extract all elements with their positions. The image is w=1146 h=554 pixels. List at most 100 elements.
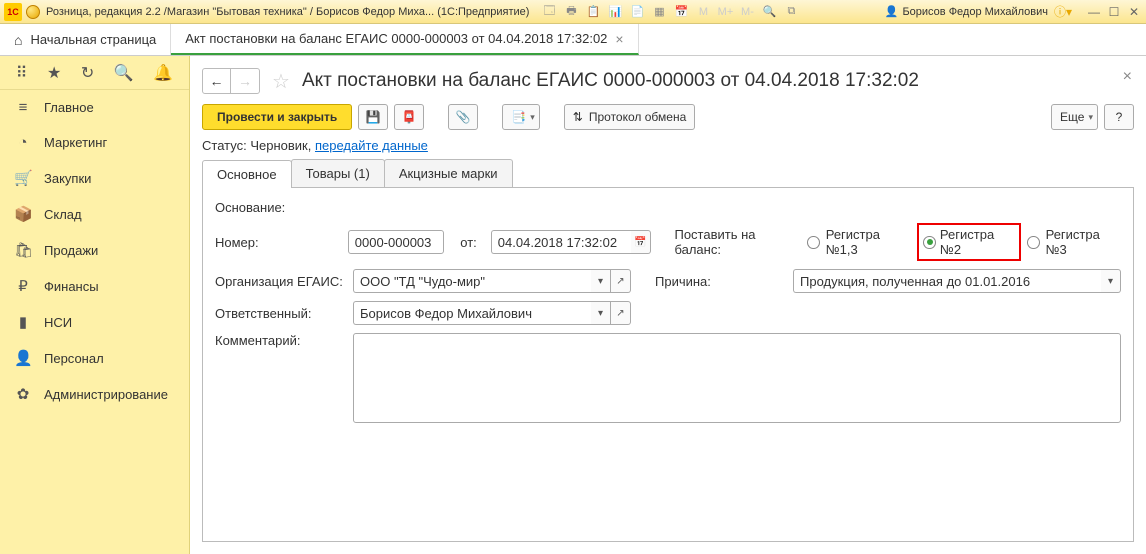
radio-1-3-label: Регистра №1,3 (826, 227, 912, 257)
sidebar-item-label: Закупки (44, 171, 91, 186)
sidebar-item-admin[interactable]: ✿Администрирование (0, 376, 189, 412)
zoom-icon[interactable]: 🔍 (761, 4, 777, 20)
app-menu-drop-icon[interactable] (26, 5, 40, 19)
comment-label: Комментарий: (215, 333, 345, 348)
post-and-close-button[interactable]: Провести и закрыть (202, 104, 352, 130)
maximize-button[interactable]: ☐ (1106, 4, 1122, 20)
cart-icon: 🛒 (14, 169, 32, 187)
balance-label: Поставить на баланс: (674, 227, 799, 257)
search-icon[interactable]: 🔍 (114, 63, 134, 83)
save-button[interactable]: 💾 (358, 104, 388, 130)
nav-forward-button[interactable]: → (231, 69, 259, 93)
user-indicator[interactable]: 👤 Борисов Федор Михайлович (885, 5, 1048, 18)
comment-textarea[interactable] (353, 333, 1121, 423)
close-window-button[interactable]: ✕ (1126, 4, 1142, 20)
tab-close-icon[interactable]: × (615, 31, 623, 47)
radio-register-2[interactable] (923, 236, 935, 249)
doc-stack-icon: 📑 (511, 110, 526, 124)
sidebar-item-nsi[interactable]: ▮НСИ (0, 304, 189, 340)
tab-main[interactable]: Основное (202, 160, 292, 188)
bell-icon[interactable]: 🔔 (153, 63, 173, 83)
m-icon[interactable]: M (695, 4, 711, 20)
org-input[interactable]: ООО "ТД "Чудо-мир" (353, 269, 591, 293)
sidebar-item-main[interactable]: ≡Главное (0, 90, 189, 125)
chevron-down-icon: ▾ (530, 112, 535, 123)
sidebar-item-label: Склад (44, 207, 82, 222)
favorite-star-icon[interactable]: ☆ (272, 69, 290, 94)
reason-input[interactable]: Продукция, полученная до 01.01.2016 (793, 269, 1101, 293)
grid-icon[interactable]: ▦ (651, 4, 667, 20)
tab-home[interactable]: ⌂ Начальная страница (0, 24, 171, 55)
tab-goods[interactable]: Товары (1) (291, 159, 385, 187)
status-link[interactable]: передайте данные (315, 138, 428, 153)
status-label: Статус: (202, 138, 247, 153)
sidebar-item-marketing[interactable]: ◔Маркетинг (0, 125, 189, 160)
sidebar-item-personnel[interactable]: 👤Персонал (0, 340, 189, 376)
file-icon[interactable]: 📄 (629, 4, 645, 20)
print-icon[interactable]: 🖶 (563, 4, 579, 20)
windows-icon[interactable]: ⧉ (783, 4, 799, 20)
tab-document[interactable]: Акт постановки на баланс ЕГАИС 0000-0000… (171, 24, 638, 55)
resp-label: Ответственный: (215, 306, 345, 321)
tab-excise[interactable]: Акцизные марки (384, 159, 513, 187)
org-dropdown-button[interactable]: ▾ (591, 269, 611, 293)
home-icon: ⌂ (14, 32, 22, 48)
basis-label: Основание: (215, 200, 345, 215)
radio-register-1-3[interactable] (807, 236, 820, 249)
info-icon[interactable]: ⓘ▾ (1054, 3, 1072, 20)
clipboard-icon[interactable]: 📋 (585, 4, 601, 20)
resp-input[interactable]: Борисов Федор Михайлович (353, 301, 591, 325)
number-input[interactable]: 0000-000003 (348, 230, 445, 254)
reports-button[interactable]: 📑▾ (502, 104, 539, 130)
sidebar-item-label: Продажи (44, 243, 98, 258)
window-title-bar: 1C Розница, редакция 2.2 /Магазин "Бытов… (0, 0, 1146, 24)
radio-register-3[interactable] (1027, 236, 1040, 249)
menu-icon: ≡ (14, 99, 32, 116)
minimize-button[interactable]: — (1086, 4, 1102, 20)
balance-radio-group: Регистра №1,3 Регистра №2 Регистра №3 (807, 223, 1121, 261)
protocol-button[interactable]: ⇅Протокол обмена (564, 104, 695, 130)
ruble-icon: ₽ (14, 277, 32, 295)
book-icon: ▮ (14, 313, 32, 331)
m-plus-icon[interactable]: M+ (717, 4, 733, 20)
post-button[interactable]: 📮 (394, 104, 424, 130)
date-input-combo: 04.04.2018 17:32:02 📅 (491, 230, 651, 254)
sidebar-item-label: Маркетинг (44, 135, 107, 150)
resp-open-button[interactable]: ↗ (611, 301, 631, 325)
more-button[interactable]: Еще▾ (1051, 104, 1098, 130)
print-preview-icon[interactable]: 🗔 (541, 4, 557, 20)
sidebar-item-purchases[interactable]: 🛒 Закупки (0, 160, 189, 196)
from-label: от: (452, 235, 483, 250)
history-icon[interactable]: ↻ (81, 63, 94, 83)
highlighted-radio-2: Регистра №2 (917, 223, 1021, 261)
more-label: Еще (1060, 110, 1084, 124)
attach-button[interactable]: 📎 (448, 104, 478, 130)
date-input[interactable]: 04.04.2018 17:32:02 (491, 230, 631, 254)
document-toolbar: Провести и закрыть 💾 📮 📎 📑▾ ⇅Протокол об… (202, 104, 1134, 130)
person-icon: 👤 (14, 349, 32, 367)
help-button[interactable]: ? (1104, 104, 1134, 130)
sidebar-item-sales[interactable]: 🛍Продажи (0, 232, 189, 268)
status-line: Статус: Черновик, передайте данные (202, 138, 1134, 153)
date-picker-button[interactable]: 📅 (631, 230, 651, 254)
resp-dropdown-button[interactable]: ▾ (591, 301, 611, 325)
org-open-button[interactable]: ↗ (611, 269, 631, 293)
m-minus-icon[interactable]: M- (739, 4, 755, 20)
calc-icon[interactable]: 📊 (607, 4, 623, 20)
sidebar-item-finance[interactable]: ₽Финансы (0, 268, 189, 304)
app-logo-icon: 1C (4, 3, 22, 21)
nav-back-button[interactable]: ← (203, 69, 231, 93)
form-main-panel: Основание: Номер: 0000-000003 от: 04.04.… (202, 188, 1134, 542)
reason-label: Причина: (655, 274, 785, 289)
apps-icon[interactable]: ⠿ (16, 63, 28, 83)
star-icon[interactable]: ★ (47, 63, 61, 83)
page-close-button[interactable]: × (1123, 68, 1132, 86)
sidebar-item-warehouse[interactable]: 📦Склад (0, 196, 189, 232)
tab-document-label: Акт постановки на баланс ЕГАИС 0000-0000… (185, 31, 607, 46)
save-floppy-icon: 💾 (366, 110, 381, 124)
reason-dropdown-button[interactable]: ▾ (1101, 269, 1121, 293)
nav-buttons: ← → (202, 68, 260, 94)
window-title: Розница, редакция 2.2 /Магазин "Бытовая … (46, 6, 529, 18)
calendar-icon[interactable]: 📅 (673, 4, 689, 20)
number-label: Номер: (215, 235, 340, 250)
